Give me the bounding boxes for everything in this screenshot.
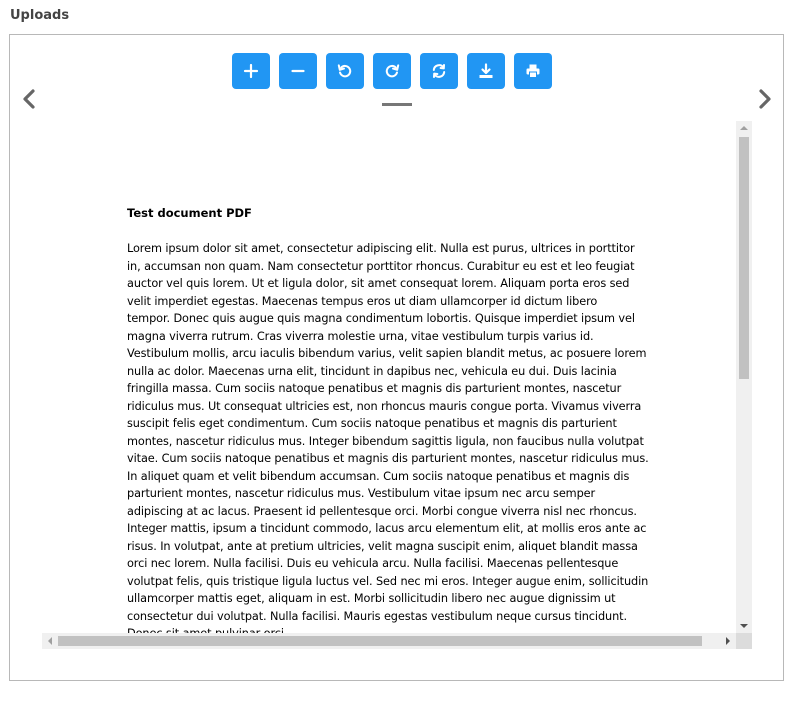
rotate-left-button[interactable]	[326, 53, 364, 89]
document-body: Lorem ipsum dolor sit amet, consectetur …	[127, 242, 649, 633]
rotate-left-icon	[337, 64, 352, 78]
next-button[interactable]	[754, 87, 776, 111]
previous-button[interactable]	[18, 87, 40, 111]
page-indicator	[382, 103, 412, 106]
document-title: Test document PDF	[127, 206, 252, 220]
download-icon	[479, 63, 493, 78]
section-title: Uploads	[10, 8, 70, 23]
rotate-right-icon	[385, 64, 400, 78]
rotate-right-button[interactable]	[373, 53, 411, 89]
vertical-scroll-thumb[interactable]	[739, 137, 749, 379]
plus-icon	[243, 63, 259, 79]
chevron-right-icon	[759, 89, 771, 109]
pdf-page: Test document PDF Lorem ipsum dolor sit …	[42, 121, 736, 633]
scrollbar-corner	[736, 633, 752, 649]
refresh-icon	[432, 64, 446, 78]
viewer-toolbar	[232, 53, 552, 89]
print-button[interactable]	[514, 53, 552, 89]
download-button[interactable]	[467, 53, 505, 89]
reset-button[interactable]	[420, 53, 458, 89]
chevron-left-icon	[23, 89, 35, 109]
zoom-in-button[interactable]	[232, 53, 270, 89]
print-icon	[526, 64, 540, 78]
zoom-out-button[interactable]	[279, 53, 317, 89]
scroll-left-arrow-icon[interactable]	[42, 633, 58, 649]
minus-icon	[291, 69, 305, 73]
pdf-viewer[interactable]: Test document PDF Lorem ipsum dolor sit …	[42, 121, 752, 649]
vertical-scrollbar[interactable]	[736, 121, 752, 633]
scroll-down-arrow-icon[interactable]	[736, 619, 752, 633]
horizontal-scrollbar[interactable]	[42, 633, 736, 649]
scroll-right-arrow-icon[interactable]	[720, 633, 736, 649]
document-viewer-panel: Test document PDF Lorem ipsum dolor sit …	[9, 34, 784, 681]
horizontal-scroll-thumb[interactable]	[58, 636, 702, 646]
scroll-up-arrow-icon[interactable]	[736, 121, 752, 135]
